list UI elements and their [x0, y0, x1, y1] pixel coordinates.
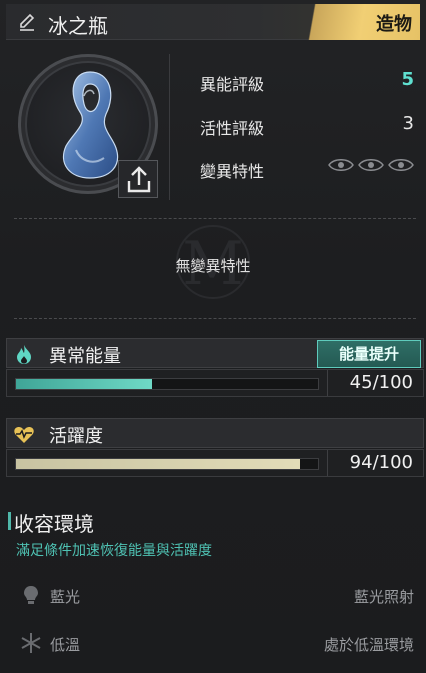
- containment-subtitle: 滿足條件加速恢復能量與活躍度: [16, 543, 212, 559]
- energy-label: 異常能量: [49, 346, 121, 367]
- edit-pencil-icon[interactable]: [18, 13, 36, 31]
- heart-pulse-icon: [14, 427, 34, 443]
- snowflake-icon: [21, 633, 41, 653]
- bar-separator: [327, 370, 328, 396]
- lightbulb-icon: [24, 586, 38, 604]
- mutation-slots: [328, 158, 414, 172]
- mutation-traits-label: 變異特性: [200, 162, 265, 181]
- ability-rating-value: 5: [401, 69, 414, 90]
- flame-icon: [17, 345, 31, 364]
- energy-bar-fill: [16, 379, 152, 389]
- condition-name: 藍光: [50, 588, 81, 606]
- vitality-bar: [15, 458, 319, 470]
- eye-icon: [358, 159, 384, 171]
- share-icon: [127, 166, 151, 193]
- activity-rating-value: 3: [402, 113, 414, 134]
- section-divider: [14, 318, 416, 319]
- ability-rating-label: 異能評級: [200, 75, 265, 94]
- artifact-type-badge: 造物: [290, 4, 420, 40]
- artifact-panel: 冰之瓶 造物 異能評級 5 活性評級 3 變異特性 M 無變異特性 異常能量 能…: [0, 0, 426, 673]
- vitality-bar-fill: [16, 459, 300, 469]
- energy-bar: [15, 378, 319, 390]
- stats-divider: [169, 54, 170, 200]
- artifact-header: 冰之瓶 造物: [6, 4, 420, 40]
- no-mutation-text: 無變異特性: [175, 257, 251, 275]
- bar-separator: [327, 450, 328, 476]
- condition-row: 低溫 處於低溫環境: [0, 624, 426, 664]
- condition-name: 低溫: [50, 636, 81, 654]
- energy-bar-row: 45/100: [6, 369, 424, 397]
- condition-description: 藍光照射: [353, 588, 414, 606]
- eye-icon: [328, 159, 354, 171]
- share-button[interactable]: [118, 160, 158, 198]
- artifact-name: 冰之瓶: [48, 14, 108, 38]
- condition-description: 處於低溫環境: [323, 636, 414, 654]
- eye-icon: [388, 159, 414, 171]
- vitality-bar-row: 94/100: [6, 449, 424, 477]
- vitality-header: 活躍度: [6, 418, 424, 448]
- energy-header: 異常能量 能量提升: [6, 338, 424, 368]
- energy-value: 45/100: [349, 372, 413, 393]
- energy-boost-button[interactable]: 能量提升: [317, 340, 421, 368]
- vitality-label: 活躍度: [49, 426, 103, 447]
- containment-title: 收容環境: [8, 508, 94, 537]
- activity-rating-label: 活性評級: [200, 119, 265, 138]
- section-divider: [14, 218, 416, 219]
- condition-row: 藍光 藍光照射: [0, 576, 426, 616]
- artifact-type-label: 造物: [376, 14, 412, 35]
- vitality-value: 94/100: [349, 452, 413, 473]
